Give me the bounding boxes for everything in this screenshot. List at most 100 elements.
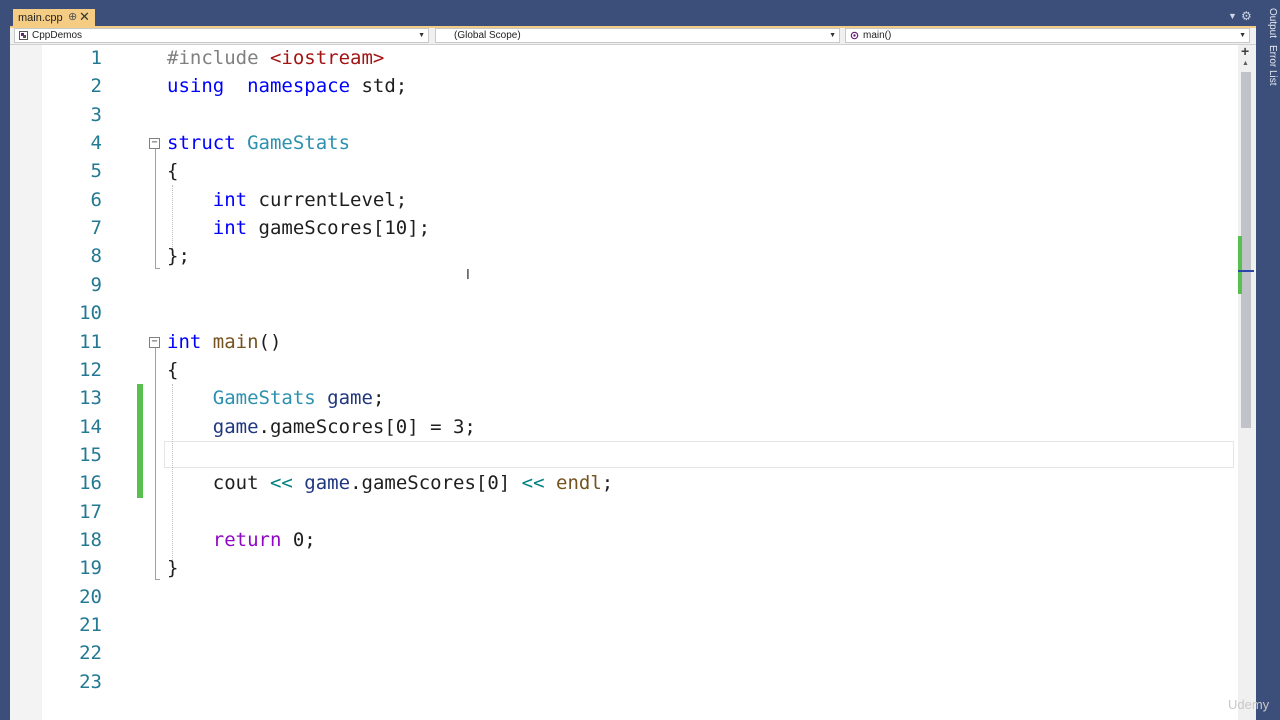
code-token: gameScores[10];	[247, 217, 431, 239]
split-view-icon[interactable]: +	[1241, 44, 1249, 58]
member-dropdown[interactable]: main() ▼	[845, 28, 1250, 43]
code-line[interactable]: 20	[42, 583, 1238, 611]
code-line[interactable]: 10	[42, 299, 1238, 327]
frame-right-edge	[1256, 0, 1280, 720]
editor-margin	[10, 45, 42, 720]
code-line[interactable]: 2 using namespace std;	[42, 72, 1238, 100]
code-token: };	[167, 245, 190, 267]
code-text: game.gameScores[0] = 3;	[167, 413, 476, 441]
chevron-down-icon: ▼	[418, 32, 425, 39]
text-cursor-icon: I	[466, 268, 470, 283]
code-text: cout << game.gameScores[0] << endl;	[167, 469, 613, 497]
chevron-down-icon: ▼	[829, 32, 836, 39]
code-line[interactable]: 3	[42, 101, 1238, 129]
title-bar	[0, 0, 1280, 28]
output-panel-tab[interactable]: Output	[1258, 8, 1278, 38]
code-line[interactable]: 19}	[42, 554, 1238, 582]
pin-icon[interactable]: ⊕	[68, 10, 77, 23]
code-text: {	[167, 157, 178, 185]
code-line[interactable]: 21	[42, 611, 1238, 639]
code-text: int gameScores[10];	[167, 214, 430, 242]
scrollbar-thumb[interactable]	[1241, 72, 1251, 428]
line-number: 5	[90, 160, 102, 182]
code-line[interactable]: 11 int main()	[42, 328, 1238, 356]
project-dropdown[interactable]: CppDemos ▼	[14, 28, 429, 43]
code-token: using	[167, 75, 225, 97]
gear-icon[interactable]: ⚙	[1241, 9, 1252, 23]
close-icon[interactable]: ✕	[79, 10, 90, 24]
code-line[interactable]: 22	[42, 639, 1238, 667]
code-line[interactable]: 9	[42, 271, 1238, 299]
code-line[interactable]: 23	[42, 668, 1238, 696]
code-line[interactable]: 13 GameStats game;	[42, 384, 1238, 412]
code-line[interactable]: 7 int gameScores[10];	[42, 214, 1238, 242]
code-text: using namespace std;	[167, 72, 407, 100]
watermark: Udemy	[1228, 697, 1270, 712]
code-line[interactable]: 12 {	[42, 356, 1238, 384]
code-text: int currentLevel;	[167, 186, 407, 214]
code-text: int main()	[167, 328, 281, 356]
code-token: endl	[556, 472, 602, 494]
scroll-up-icon[interactable]: ▲	[1242, 60, 1249, 67]
code-token: struct	[167, 132, 236, 154]
line-number: 8	[90, 245, 102, 267]
scope-label: (Global Scope)	[454, 30, 521, 41]
line-number: 3	[90, 104, 102, 126]
code-line[interactable]: 5{	[42, 157, 1238, 185]
code-token: main	[212, 331, 259, 353]
tab-main-cpp[interactable]: main.cpp ⊕ ✕	[13, 9, 95, 26]
code-token: }	[167, 557, 179, 579]
code-line[interactable]: 1 #include <iostream>	[42, 44, 1238, 72]
code-text: };	[167, 242, 190, 270]
scrollbar-caret-marker	[1238, 270, 1254, 272]
code-token: int	[212, 189, 248, 211]
code-token: <<	[269, 472, 293, 494]
code-line[interactable]: 16 cout << game.gameScores[0] << endl;	[42, 469, 1238, 497]
code-token: GameStats	[212, 387, 316, 409]
code-token: std;	[350, 75, 408, 97]
code-token: ;	[601, 472, 614, 494]
code-token: return	[212, 529, 282, 551]
code-token: GameStats	[247, 132, 351, 154]
navigation-bar: CppDemos ▼ (Global Scope) ▼ main() ▼	[10, 28, 1256, 45]
code-token: cout	[167, 472, 270, 494]
code-line[interactable]: 6 int currentLevel;	[42, 186, 1238, 214]
code-line[interactable]: 8};	[42, 242, 1238, 270]
line-number: 22	[79, 642, 102, 664]
code-token: .gameScores[0] = 3;	[258, 416, 476, 438]
project-icon	[19, 31, 28, 40]
chevron-down-icon: ▼	[1239, 32, 1246, 39]
code-line[interactable]: 17	[42, 498, 1238, 526]
tab-label: main.cpp	[18, 11, 63, 24]
line-number: 13	[79, 387, 102, 409]
line-number: 2	[90, 75, 102, 97]
code-line[interactable]: 4 struct GameStats	[42, 129, 1238, 157]
code-token: int	[212, 217, 248, 239]
line-number: 1	[90, 47, 102, 69]
code-token: <<	[521, 472, 545, 494]
code-line[interactable]: 15	[42, 441, 1238, 469]
error-list-panel-tab[interactable]: Error List	[1258, 45, 1278, 86]
code-token: int	[167, 331, 202, 353]
member-label: main()	[863, 30, 892, 41]
line-number: 9	[90, 274, 102, 296]
code-line[interactable]: 14 game.gameScores[0] = 3;	[42, 413, 1238, 441]
code-line[interactable]: 18 return 0;	[42, 526, 1238, 554]
line-number: 12	[79, 359, 102, 381]
code-text: struct GameStats	[167, 129, 350, 157]
line-number: 18	[79, 529, 102, 551]
tab-list-dropdown-icon[interactable]: ▼	[1228, 11, 1237, 21]
code-text: }	[167, 554, 178, 582]
scope-dropdown[interactable]: (Global Scope) ▼	[435, 28, 840, 43]
code-token: ;	[372, 387, 385, 409]
